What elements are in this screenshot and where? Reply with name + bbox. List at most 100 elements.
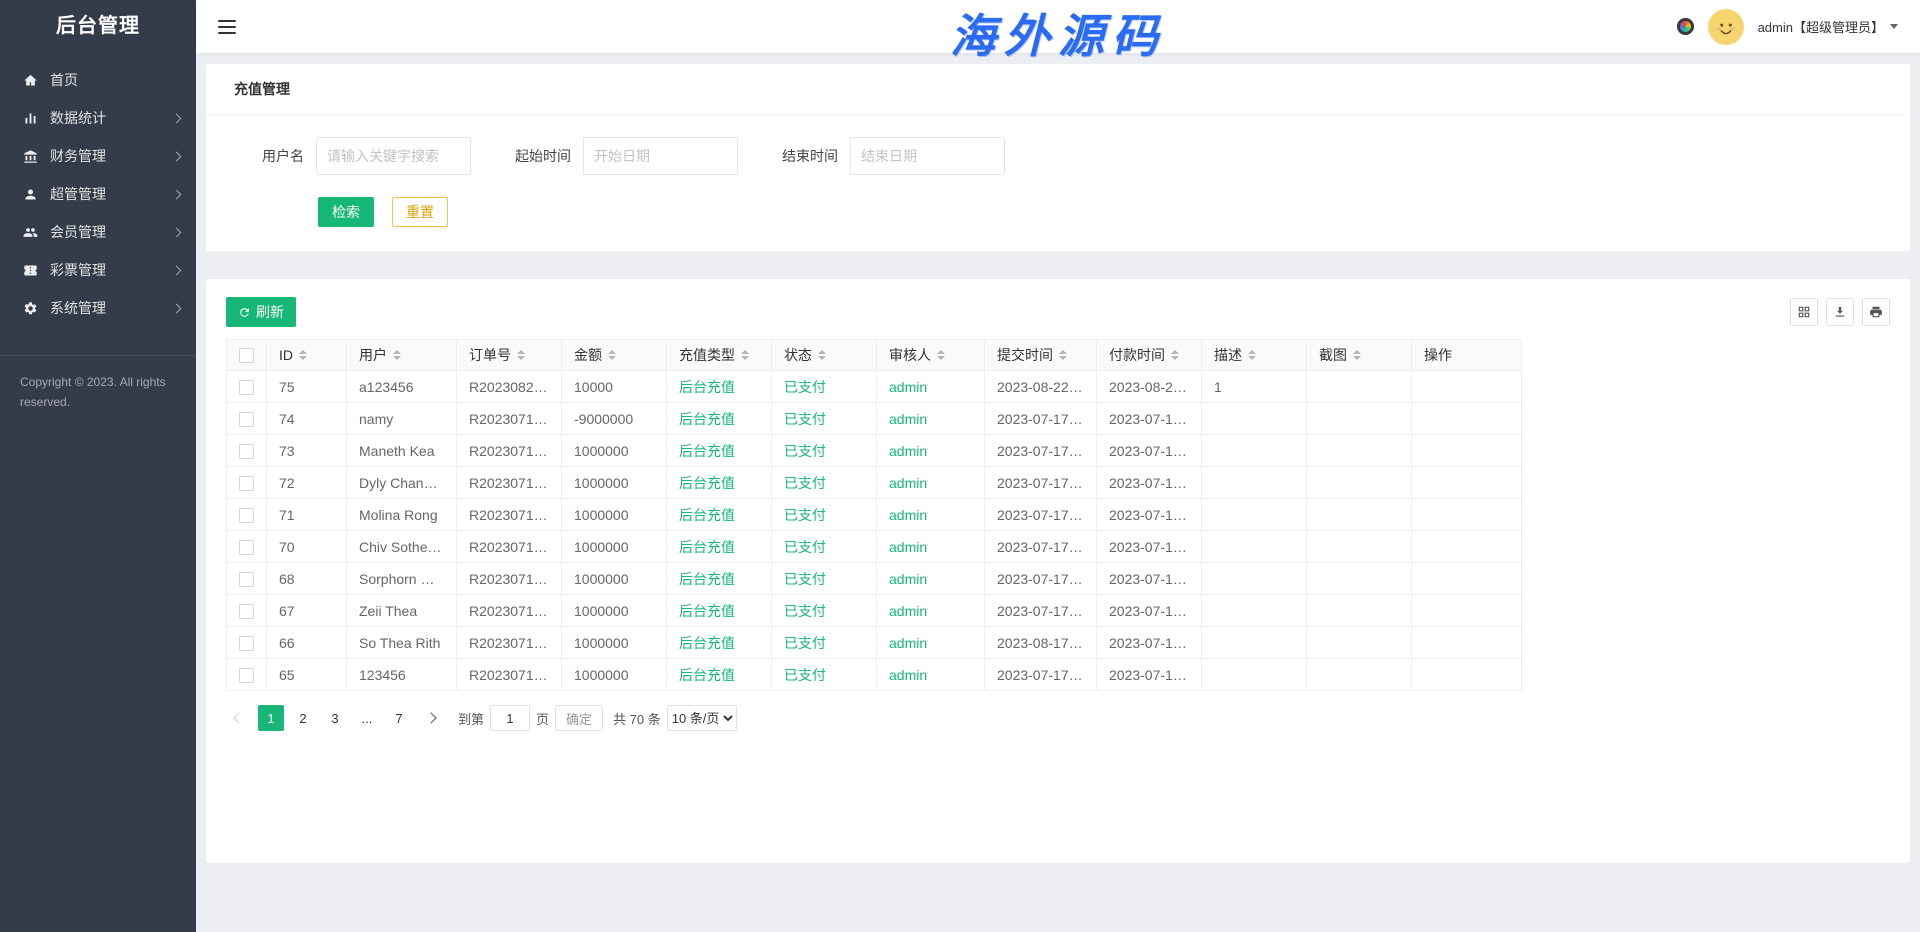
column-header[interactable]: 描述 (1202, 340, 1307, 371)
sort-icon[interactable] (937, 350, 945, 360)
row-checkbox[interactable] (239, 668, 254, 683)
page-number-button[interactable]: 1 (258, 705, 284, 731)
page-number-button[interactable]: 3 (322, 705, 348, 731)
cell-screenshot (1307, 659, 1412, 691)
sidebar-item[interactable]: 会员管理 (0, 213, 196, 251)
row-checkbox[interactable] (239, 540, 254, 555)
print-icon-button[interactable] (1862, 298, 1890, 326)
column-header[interactable]: 付款时间 (1097, 340, 1202, 371)
search-button[interactable]: 检索 (318, 197, 374, 227)
prev-page-button[interactable] (226, 705, 252, 731)
home-icon (22, 72, 38, 88)
cell-id: 65 (267, 659, 347, 691)
table-row[interactable]: 67 Zeii Thea R202307171... 1000000 后台充值 … (227, 595, 1522, 627)
cell-order: R202307171... (457, 403, 562, 435)
filter-field-input[interactable] (850, 137, 1005, 175)
sidebar-item[interactable]: 彩票管理 (0, 251, 196, 289)
column-header[interactable]: ID (267, 340, 347, 371)
table-row[interactable]: 74 namy R202307171... -9000000 后台充值 已支付 … (227, 403, 1522, 435)
row-checkbox[interactable] (239, 572, 254, 587)
filter-field: 起始时间 (515, 137, 738, 175)
filter-field-input[interactable] (316, 137, 471, 175)
export-icon-button[interactable] (1826, 298, 1854, 326)
cell-pay-time: 2023-07-17 1... (1097, 531, 1202, 563)
sort-icon[interactable] (1353, 350, 1361, 360)
table-row[interactable]: 73 Maneth Kea R202307171... 1000000 后台充值… (227, 435, 1522, 467)
columns-filter-icon-button[interactable] (1790, 298, 1818, 326)
page-number-button[interactable]: 7 (386, 705, 412, 731)
table-row[interactable]: 70 Chiv Sotheary R202307171... 1000000 后… (227, 531, 1522, 563)
sort-icon[interactable] (741, 350, 749, 360)
cell-status: 已支付 (772, 467, 877, 499)
row-checkbox[interactable] (239, 604, 254, 619)
user-avatar[interactable] (1708, 9, 1744, 45)
column-header[interactable]: 状态 (772, 340, 877, 371)
sidebar-item[interactable]: 系统管理 (0, 289, 196, 327)
column-header[interactable]: 充值类型 (667, 340, 772, 371)
cell-status: 已支付 (772, 371, 877, 403)
sort-icon[interactable] (608, 350, 616, 360)
refresh-button[interactable]: 刷新 (226, 297, 296, 327)
per-page-select[interactable]: 10 条/页 (667, 705, 737, 731)
table-row[interactable]: 68 Sorphorn Chum R202307171... 1000000 后… (227, 563, 1522, 595)
row-checkbox[interactable] (239, 636, 254, 651)
sidebar-item[interactable]: 财务管理 (0, 137, 196, 175)
goto-page-input[interactable] (490, 705, 530, 731)
sort-icon[interactable] (1171, 350, 1179, 360)
cell-description: 1 (1202, 371, 1307, 403)
column-header[interactable]: 用户 (347, 340, 457, 371)
row-checkbox[interactable] (239, 508, 254, 523)
cell-order: R202308221... (457, 371, 562, 403)
cell-screenshot (1307, 467, 1412, 499)
select-all-checkbox[interactable] (239, 348, 254, 363)
table-row[interactable]: 71 Molina Rong R202307171... 1000000 后台充… (227, 499, 1522, 531)
cell-submit-time: 2023-07-17 1... (985, 595, 1097, 627)
table-row[interactable]: 65 123456 R202307171... 1000000 后台充值 已支付… (227, 659, 1522, 691)
table-row[interactable]: 72 Dyly Chanso... R202307171... 1000000 … (227, 467, 1522, 499)
reset-button[interactable]: 重置 (392, 197, 448, 227)
sort-icon[interactable] (1059, 350, 1067, 360)
cell-submit-time: 2023-07-17 1... (985, 659, 1097, 691)
sidebar-item[interactable]: 首页 (0, 61, 196, 99)
user-menu[interactable]: admin【超级管理员】 (1758, 17, 1898, 36)
theme-palette-icon[interactable] (1677, 18, 1694, 35)
filter-field-label: 用户名 (262, 146, 304, 166)
next-page-button[interactable] (418, 705, 444, 731)
column-header[interactable]: 提交时间 (985, 340, 1097, 371)
column-header-label: 描述 (1214, 345, 1242, 365)
row-checkbox[interactable] (239, 476, 254, 491)
page-number-button[interactable]: ... (354, 705, 380, 731)
cell-amount: 1000000 (562, 563, 667, 595)
sidebar-item[interactable]: 超管管理 (0, 175, 196, 213)
row-checkbox[interactable] (239, 380, 254, 395)
column-header-label: 审核人 (889, 345, 931, 365)
row-checkbox[interactable] (239, 444, 254, 459)
cell-submit-time: 2023-07-17 1... (985, 531, 1097, 563)
menu-toggle-icon[interactable] (218, 20, 236, 34)
row-checkbox[interactable] (239, 412, 254, 427)
table-row[interactable]: 66 So Thea Rith R202307171... 1000000 后台… (227, 627, 1522, 659)
cell-user: Sorphorn Chum (347, 563, 457, 595)
cell-submit-time: 2023-07-17 1... (985, 467, 1097, 499)
column-header[interactable]: 操作 (1412, 340, 1522, 371)
page-number-button[interactable]: 2 (290, 705, 316, 731)
table-row[interactable]: 75 a123456 R202308221... 10000 后台充值 已支付 … (227, 371, 1522, 403)
cell-user: Dyly Chanso... (347, 467, 457, 499)
sort-icon[interactable] (299, 350, 307, 360)
sort-icon[interactable] (517, 350, 525, 360)
cell-order: R202307171... (457, 563, 562, 595)
cell-amount: -9000000 (562, 403, 667, 435)
sort-icon[interactable] (818, 350, 826, 360)
column-header[interactable]: 截图 (1307, 340, 1412, 371)
cell-id: 68 (267, 563, 347, 595)
sidebar-item[interactable]: 数据统计 (0, 99, 196, 137)
filter-field-input[interactable] (583, 137, 738, 175)
sort-icon[interactable] (1248, 350, 1256, 360)
confirm-page-button[interactable]: 确定 (555, 705, 603, 731)
column-header[interactable]: 审核人 (877, 340, 985, 371)
column-header[interactable]: 订单号 (457, 340, 562, 371)
cell-type: 后台充值 (667, 371, 772, 403)
cell-pay-time: 2023-07-17 1... (1097, 435, 1202, 467)
sort-icon[interactable] (393, 350, 401, 360)
column-header[interactable]: 金额 (562, 340, 667, 371)
